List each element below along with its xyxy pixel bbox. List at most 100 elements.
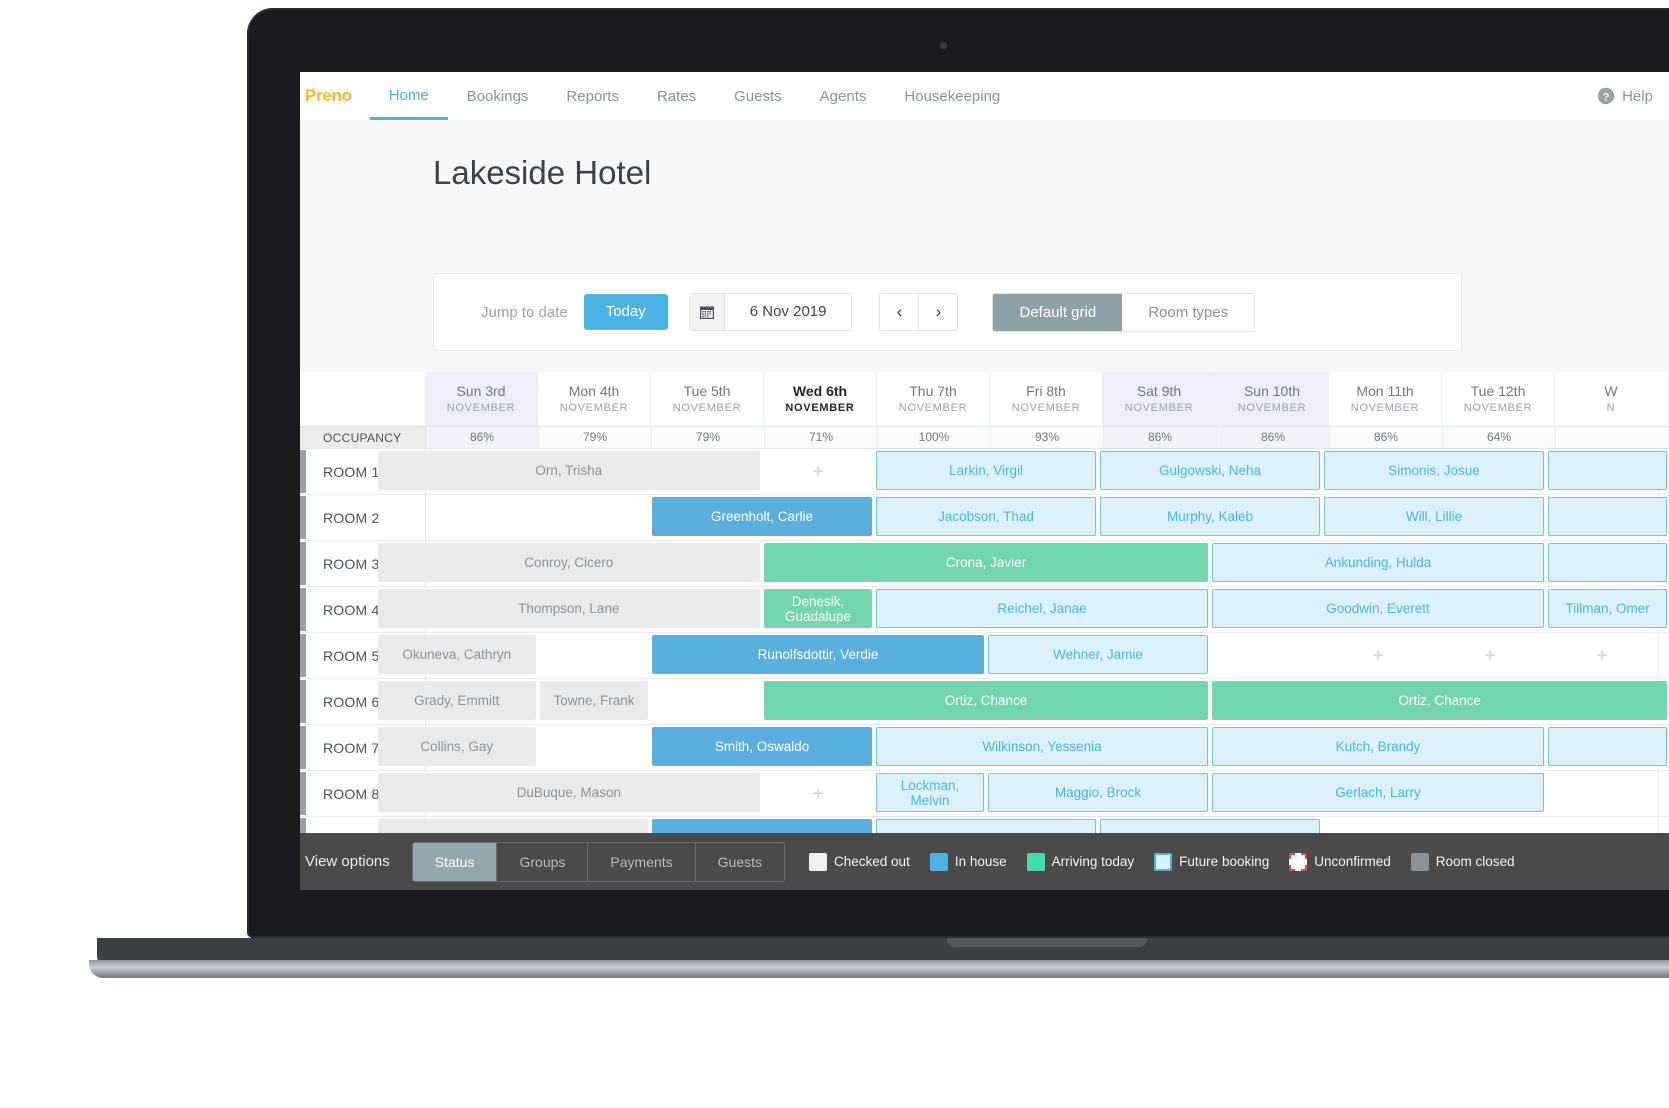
view-tab-status[interactable]: Status: [412, 842, 498, 881]
next-date-button[interactable]: ›: [919, 293, 959, 331]
date-column-header[interactable]: Fri 8th NOVEMBER: [990, 372, 1103, 426]
nav-link-reports[interactable]: Reports: [547, 73, 638, 120]
booking-block[interactable]: Runolfsdottir, Verdie: [652, 635, 984, 674]
empty-cell[interactable]: [538, 725, 651, 770]
date-column-header[interactable]: Sat 9th NOVEMBER: [1103, 372, 1216, 426]
date-input[interactable]: 6 Nov 2019: [724, 294, 852, 330]
add-booking-cell[interactable]: [1546, 633, 1659, 678]
booking-block[interactable]: Smith, Oswaldo: [652, 727, 872, 766]
booking-block[interactable]: [1548, 451, 1668, 490]
add-booking-cell[interactable]: [762, 771, 875, 816]
booking-block[interactable]: Okuneva, Cathryn: [377, 635, 536, 674]
booking-block[interactable]: Simonis, Josue: [1324, 451, 1544, 490]
booking-block[interactable]: Ankunding, Hulda: [1212, 543, 1544, 582]
date-day: Sun 3rd: [456, 383, 506, 399]
help-button[interactable]: ? Help: [1597, 87, 1653, 105]
legend-swatch-checkedout: [809, 852, 828, 871]
booking-block[interactable]: [1548, 543, 1668, 582]
date-column-header[interactable]: Sun 3rd NOVEMBER: [425, 372, 538, 426]
booking-block[interactable]: Denesik, Guadalupe: [764, 589, 872, 628]
occupancy-label: OCCUPANCY: [323, 430, 402, 445]
prev-date-button[interactable]: ‹: [879, 293, 920, 331]
booking-block[interactable]: Lockman, Melvin: [876, 773, 984, 812]
booking-block[interactable]: Murphy, Kaleb: [1100, 497, 1320, 536]
booking-block[interactable]: Greenholt, Carlie: [652, 497, 872, 536]
empty-cell[interactable]: [538, 633, 651, 678]
booking-block[interactable]: Wehner, Jamie: [988, 635, 1208, 674]
view-tab-groups[interactable]: Groups: [497, 842, 589, 881]
date-month: NOVEMBER: [1124, 402, 1194, 414]
room-timeline: Greenholt, Carlie Jacobson, Thad Murphy, K…: [426, 495, 1669, 540]
booking-block[interactable]: Maggio, Brock: [988, 773, 1208, 812]
room-label: ROOM 2: [323, 509, 380, 526]
empty-cell[interactable]: [1546, 771, 1659, 816]
booking-block[interactable]: Reichel, Janae: [876, 589, 1208, 628]
date-column-header[interactable]: Tue 5th NOVEMBER: [651, 372, 764, 426]
booking-block[interactable]: Will, Lillie: [1324, 497, 1544, 536]
booking-block[interactable]: Crona, Javier: [764, 543, 1208, 582]
date-column-header[interactable]: Tue 12th NOVEMBER: [1442, 372, 1555, 426]
booking-block[interactable]: Ortiz, Chance: [764, 681, 1208, 720]
nav-link-rates[interactable]: Rates: [638, 73, 715, 120]
room-row-header[interactable]: ROOM 2: [300, 495, 426, 540]
booking-block[interactable]: [1548, 727, 1668, 766]
date-column-header[interactable]: Mon 4th NOVEMBER: [538, 372, 651, 426]
empty-cell[interactable]: [538, 495, 651, 540]
view-tab-guests[interactable]: Guests: [696, 843, 784, 881]
booking-block[interactable]: Tillman, Omer: [1548, 589, 1668, 628]
add-booking-cell[interactable]: [1322, 633, 1435, 678]
occupancy-cells: 86% 79% 79% 71% 100% 93% 86% 86% 86% 64%: [426, 427, 1669, 448]
view-room-types[interactable]: Room types: [1122, 293, 1255, 331]
today-button[interactable]: Today: [583, 294, 668, 330]
occupancy-cell: 64%: [1443, 427, 1556, 448]
view-tab-payments[interactable]: Payments: [588, 842, 696, 881]
add-booking-cell[interactable]: [1434, 633, 1547, 678]
booking-block[interactable]: Kutch, Brandy: [1212, 727, 1544, 766]
room-status-tick: [300, 680, 306, 723]
booking-block[interactable]: Thompson, Lane: [377, 589, 760, 628]
room-status-tick: [300, 588, 306, 631]
date-picker[interactable]: 6 Nov 2019: [688, 293, 853, 331]
date-column-header[interactable]: Mon 11th NOVEMBER: [1329, 372, 1442, 426]
booking-block[interactable]: Grady, Emmitt: [377, 681, 536, 720]
date-column-header[interactable]: Thu 7th NOVEMBER: [877, 372, 990, 426]
nav-link-bookings[interactable]: Bookings: [448, 73, 548, 120]
nav-link-guests[interactable]: Guests: [715, 73, 801, 120]
booking-block[interactable]: Wilkinson, Yessenia: [876, 727, 1208, 766]
date-day: Mon 4th: [568, 383, 620, 399]
booking-block[interactable]: Orn, Trisha: [377, 451, 760, 490]
booking-block[interactable]: Larkin, Virgil: [876, 451, 1096, 490]
booking-block[interactable]: DuBuque, Mason: [377, 773, 760, 812]
booking-block[interactable]: Towne, Frank: [540, 681, 648, 720]
date-column-header[interactable]: Wed 6th NOVEMBER: [764, 372, 877, 426]
legend-item-closed: Room closed: [1410, 852, 1515, 871]
booking-block[interactable]: Collins, Gay: [377, 727, 536, 766]
room-label: ROOM 1: [323, 463, 380, 480]
booking-block[interactable]: Ortiz, Chance: [1212, 681, 1668, 720]
booking-block[interactable]: Conroy, Cicero: [377, 543, 760, 582]
view-default-grid[interactable]: Default grid: [993, 293, 1123, 331]
calendar-icon: [699, 306, 714, 319]
calendar-icon-button[interactable]: [689, 294, 725, 330]
booking-block[interactable]: Gulgowski, Neha: [1100, 451, 1320, 490]
date-column-header[interactable]: WN: [1555, 372, 1668, 426]
room-timeline: Orn, Trisha Larkin, VirgilGulgowski, Neha…: [377, 449, 1669, 494]
booking-block[interactable]: [1548, 497, 1668, 536]
nav-link-housekeeping[interactable]: Housekeeping: [885, 73, 1019, 120]
brand-logo[interactable]: Preno: [305, 86, 352, 106]
empty-cell[interactable]: [1210, 633, 1323, 678]
laptop-mockup: Preno Home Bookings Reports Rates Guests Agen…: [89, 8, 1669, 978]
empty-cell[interactable]: [650, 679, 763, 724]
table-row: ROOM 7 Collins, Gay Smith, Oswaldo Wilkinso…: [300, 725, 1669, 771]
add-booking-cell[interactable]: [762, 449, 875, 494]
nav-link-agents[interactable]: Agents: [801, 73, 886, 120]
date-column-header[interactable]: Sun 10th NOVEMBER: [1216, 372, 1329, 426]
booking-block[interactable]: Gerlach, Larry: [1212, 773, 1544, 812]
table-row: ROOM 8DuBuque, Mason Lockman, MelvinMaggi…: [300, 771, 1669, 817]
webcam-icon: [939, 41, 948, 50]
booking-block[interactable]: Jacobson, Thad: [876, 497, 1096, 536]
room-status-tick: [300, 772, 306, 815]
empty-cell[interactable]: [426, 495, 539, 540]
nav-link-home[interactable]: Home: [369, 72, 448, 120]
booking-block[interactable]: Goodwin, Everett: [1212, 589, 1544, 628]
